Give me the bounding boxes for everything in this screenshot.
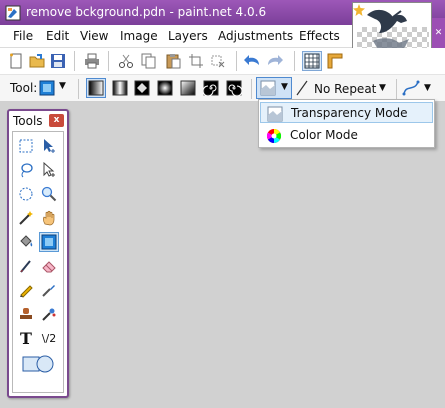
paint-net-app-icon[interactable]	[5, 5, 21, 21]
color-mode-label: Color Mode	[290, 128, 358, 142]
crop-to-selection-icon[interactable]	[186, 51, 206, 71]
tools-window: Tools x T \/2	[7, 109, 69, 398]
chevron-down-icon: ▼	[59, 81, 66, 91]
gradient-mode-dropdown[interactable]: ▼	[256, 77, 292, 99]
cut-icon[interactable]	[116, 51, 136, 71]
transparency-icon	[260, 80, 276, 96]
close-icon: x	[53, 115, 60, 125]
text-tool-icon[interactable]: T	[16, 328, 36, 348]
print-icon[interactable]	[82, 51, 102, 71]
tool-label: Tool:	[10, 81, 38, 95]
rectangle-select-icon[interactable]	[16, 136, 36, 156]
transparency-mode-label: Transparency Mode	[291, 106, 408, 120]
linear-reflected-gradient-icon[interactable]	[110, 78, 130, 98]
paint-bucket-icon[interactable]	[16, 232, 36, 252]
tools-panel: T \/2	[12, 131, 64, 393]
menu-effects[interactable]: Effects	[299, 29, 340, 43]
ellipse-select-icon[interactable]	[16, 184, 36, 204]
menu-image[interactable]: Image	[120, 29, 158, 43]
chevron-down-icon[interactable]: ▼	[379, 83, 386, 93]
tool-selector-dropdown[interactable]: ▼	[38, 79, 71, 98]
star-icon	[353, 4, 365, 16]
lasso-select-icon[interactable]	[16, 160, 36, 180]
line-curve-tool-icon[interactable]: \/2	[39, 328, 59, 348]
save-icon[interactable]	[48, 51, 68, 71]
chevron-down-icon: ▼	[281, 82, 288, 92]
blend-mode-dropdown[interactable]: ▼	[402, 80, 440, 98]
repeat-mode-label[interactable]: No Repeat	[314, 82, 376, 96]
conical-gradient-icon[interactable]	[178, 78, 198, 98]
move-selection-icon[interactable]	[39, 160, 59, 180]
tools-window-title: Tools	[13, 114, 43, 128]
new-image-icon[interactable]	[6, 51, 26, 71]
transparency-icon	[267, 106, 283, 122]
undo-icon[interactable]	[243, 51, 263, 71]
chevron-down-icon: ▼	[424, 83, 431, 93]
paintbrush-icon[interactable]	[16, 256, 36, 276]
menu-bar: File Edit View Image Layers Adjustments …	[0, 25, 352, 48]
magic-wand-icon[interactable]	[16, 208, 36, 228]
color-picker-icon[interactable]	[39, 280, 59, 300]
copy-icon[interactable]	[139, 51, 159, 71]
main-toolbar	[0, 48, 445, 74]
paste-icon[interactable]	[163, 51, 183, 71]
pencil-icon[interactable]	[16, 280, 36, 300]
open-folder-icon[interactable]	[27, 51, 47, 71]
shapes-tool-icon[interactable]	[19, 352, 59, 376]
menu-view[interactable]: View	[80, 29, 108, 43]
window-title: remove bckground.pdn - paint.net 4.0.6	[26, 5, 267, 19]
redo-icon[interactable]	[266, 51, 286, 71]
transparency-mode-option[interactable]: Transparency Mode	[260, 102, 433, 123]
eraser-icon[interactable]	[39, 256, 59, 276]
antialiasing-line-icon	[296, 80, 308, 96]
color-wheel-icon	[267, 129, 281, 143]
radial-gradient-icon[interactable]	[155, 78, 175, 98]
tool-options-toolbar: Tool: ▼ ▼ No Repeat ▼ ▼	[0, 74, 445, 102]
spiral-clockwise-gradient-icon[interactable]	[201, 78, 221, 98]
menu-edit[interactable]: Edit	[46, 29, 69, 43]
color-mode-option[interactable]: Color Mode	[260, 125, 433, 146]
pan-hand-icon[interactable]	[39, 208, 59, 228]
deselect-icon[interactable]	[208, 51, 228, 71]
tools-close-button[interactable]: x	[49, 114, 64, 127]
spiral-counterclockwise-gradient-icon[interactable]	[224, 78, 244, 98]
gradient-mode-menu: Transparency Mode Color Mode	[258, 99, 435, 148]
pixel-grid-icon[interactable]	[302, 51, 322, 71]
gradient-tool-icon	[39, 80, 55, 96]
recolor-icon[interactable]	[39, 304, 59, 324]
clone-stamp-icon[interactable]	[16, 304, 36, 324]
move-selected-pixels-icon[interactable]	[39, 136, 59, 156]
linear-diamond-gradient-icon[interactable]	[132, 78, 152, 98]
gradient-tool-icon[interactable]	[39, 232, 59, 252]
menu-file[interactable]: File	[13, 29, 33, 43]
zoom-icon[interactable]	[39, 184, 59, 204]
ruler-icon[interactable]	[325, 51, 345, 71]
menu-layers[interactable]: Layers	[168, 29, 208, 43]
linear-gradient-icon[interactable]	[86, 78, 106, 98]
bezier-curve-icon	[402, 80, 420, 96]
menu-adjustments[interactable]: Adjustments	[218, 29, 293, 43]
